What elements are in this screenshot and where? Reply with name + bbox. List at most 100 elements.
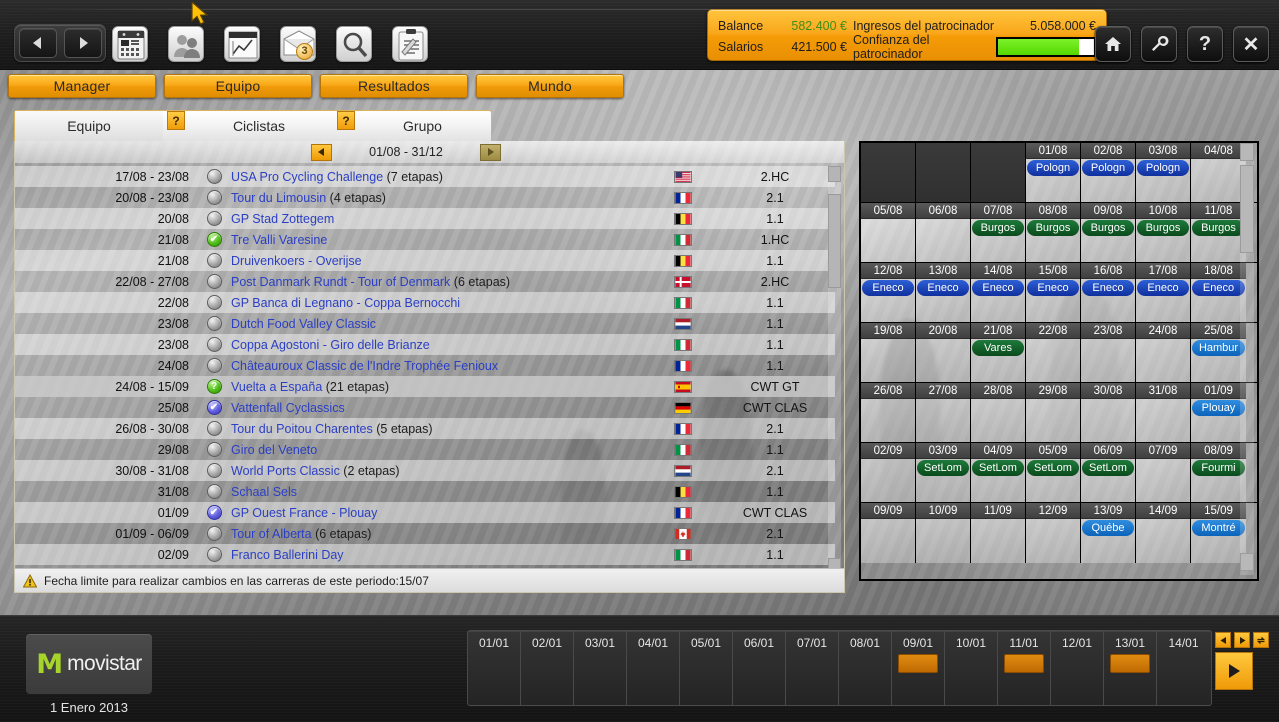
calendar-day[interactable]: 30/08: [1081, 383, 1136, 442]
calendar-event-pill[interactable]: Vares: [972, 340, 1024, 356]
race-row[interactable]: 29/08Giro del Veneto1.1: [15, 439, 835, 460]
calendar-event-pill[interactable]: SetLom: [972, 460, 1024, 476]
race-row[interactable]: 20/08GP Stad Zottegem1.1: [15, 208, 835, 229]
calendar-day[interactable]: 06/08: [916, 203, 971, 262]
race-status-grey-icon[interactable]: [207, 211, 222, 226]
calendar-day[interactable]: 28/08: [971, 383, 1026, 442]
calendar-day[interactable]: 21/08Vares: [971, 323, 1026, 382]
calendar-day[interactable]: 07/08Burgos: [971, 203, 1026, 262]
calendar-day[interactable]: 17/08Eneco: [1136, 263, 1191, 322]
calendar-day[interactable]: 11/08Burgos: [1191, 203, 1246, 262]
calendar-day[interactable]: 05/09SetLom: [1026, 443, 1081, 502]
race-status-grey-icon[interactable]: [207, 463, 222, 478]
calendar-event-pill[interactable]: Burgos: [1137, 220, 1189, 236]
calendar-day[interactable]: 19/08: [861, 323, 916, 382]
race-status-grey-icon[interactable]: [207, 316, 222, 331]
calendar-day[interactable]: 05/08: [861, 203, 916, 262]
calendar-day[interactable]: 10/09: [916, 503, 971, 563]
race-name[interactable]: Post Danmark Rundt - Tour of Denmark (6 …: [231, 275, 651, 289]
tab-equipo-help-button[interactable]: ?: [167, 111, 185, 130]
race-name[interactable]: Schaal Sels: [231, 485, 651, 499]
calendar-event-pill[interactable]: Eneco: [917, 280, 969, 296]
race-row[interactable]: 24/08Châteauroux Classic de l'Indre Trop…: [15, 355, 835, 376]
race-name[interactable]: Châteauroux Classic de l'Indre Trophée F…: [231, 359, 651, 373]
calendar-day[interactable]: 01/08Pologn: [1026, 143, 1081, 202]
race-status-grey-icon[interactable]: [207, 484, 222, 499]
timeline-activity-bar[interactable]: [898, 654, 938, 673]
timeline-cell[interactable]: 12/01: [1051, 631, 1104, 705]
calendar-day[interactable]: 12/08Eneco: [861, 263, 916, 322]
timeline-cell[interactable]: 10/01: [945, 631, 998, 705]
timeline-cell[interactable]: 06/01: [733, 631, 786, 705]
period-prev-button[interactable]: [311, 144, 332, 161]
calendar-day[interactable]: 02/08Pologn: [1081, 143, 1136, 202]
timeline-cell[interactable]: 07/01: [786, 631, 839, 705]
race-status-grey-icon[interactable]: [207, 358, 222, 373]
calendar-day[interactable]: 15/09Montré: [1191, 503, 1246, 563]
calendar-event-pill[interactable]: Plouay: [1192, 400, 1245, 416]
race-row[interactable]: 25/08✔Vattenfall CyclassicsCWT CLAS: [15, 397, 835, 418]
calendar-day[interactable]: 04/09SetLom: [971, 443, 1026, 502]
race-name[interactable]: Tour of Alberta (6 etapas): [231, 527, 651, 541]
tab-grupo[interactable]: Grupo: [355, 111, 490, 141]
timeline-prev-button[interactable]: [1215, 632, 1231, 648]
calendar-event-pill[interactable]: Burgos: [1082, 220, 1134, 236]
calendar-day[interactable]: 10/08Burgos: [1136, 203, 1191, 262]
race-status-grey-icon[interactable]: [207, 442, 222, 457]
race-row[interactable]: 23/08Dutch Food Valley Classic1.1: [15, 313, 835, 334]
race-name[interactable]: World Ports Classic (2 etapas): [231, 464, 651, 478]
search-icon[interactable]: [336, 26, 372, 62]
calendar-day[interactable]: 14/08Eneco: [971, 263, 1026, 322]
timeline-cell[interactable]: 11/01: [998, 631, 1051, 705]
period-next-button[interactable]: [480, 144, 501, 161]
calendar-event-pill[interactable]: SetLom: [1027, 460, 1079, 476]
race-status-grey-icon[interactable]: [207, 253, 222, 268]
calendar-event-pill[interactable]: Eneco: [862, 280, 914, 296]
race-name[interactable]: USA Pro Cycling Challenge (7 etapas): [231, 170, 651, 184]
calendar-event-pill[interactable]: Eneco: [1137, 280, 1189, 296]
timeline-cell[interactable]: 14/01: [1157, 631, 1210, 705]
calendar-day[interactable]: 11/09: [971, 503, 1026, 563]
tab-ciclistas[interactable]: Ciclistas: [185, 111, 333, 141]
calendar-event-pill[interactable]: Québe: [1082, 520, 1134, 536]
race-row[interactable]: 22/08GP Banca di Legnano - Coppa Bernocc…: [15, 292, 835, 313]
race-row[interactable]: 22/08 - 27/08Post Danmark Rundt - Tour o…: [15, 271, 835, 292]
timeline-cell[interactable]: 05/01: [680, 631, 733, 705]
race-row[interactable]: 01/09 - 06/09Tour of Alberta (6 etapas)2…: [15, 523, 835, 544]
race-list-scrollbar[interactable]: [828, 166, 841, 590]
race-name[interactable]: Druivenkoers - Overijse: [231, 254, 651, 268]
race-name[interactable]: Giro del Veneto: [231, 443, 651, 457]
calendar-day[interactable]: 04/08: [1191, 143, 1246, 202]
race-row[interactable]: 01/09✔GP Ouest France - PlouayCWT CLAS: [15, 502, 835, 523]
close-icon[interactable]: ✕: [1233, 26, 1269, 62]
race-row[interactable]: 02/09Franco Ballerini Day1.1: [15, 544, 835, 565]
menu-item-resultados[interactable]: Resultados: [320, 74, 468, 98]
calendar-day[interactable]: 03/08Pologn: [1136, 143, 1191, 202]
calendar-event-pill[interactable]: SetLom: [917, 460, 969, 476]
timeline-activity-bar[interactable]: [1110, 654, 1150, 673]
calendar-day[interactable]: 22/08: [1026, 323, 1081, 382]
calendar-event-pill[interactable]: Montré: [1192, 520, 1245, 536]
menu-item-mundo[interactable]: Mundo: [476, 74, 624, 98]
timeline-cell[interactable]: 09/01: [892, 631, 945, 705]
timeline-play-button[interactable]: [1215, 652, 1253, 690]
timeline-cell[interactable]: 08/01: [839, 631, 892, 705]
calendar-day[interactable]: 14/09: [1136, 503, 1191, 563]
race-status-grey-icon[interactable]: [207, 295, 222, 310]
calendar-event-pill[interactable]: Burgos: [1192, 220, 1245, 236]
timeline-cell[interactable]: 01/01: [468, 631, 521, 705]
timeline-cell[interactable]: 03/01: [574, 631, 627, 705]
calendar-day[interactable]: 16/08Eneco: [1081, 263, 1136, 322]
race-row[interactable]: 20/08 - 23/08Tour du Limousin (4 etapas)…: [15, 187, 835, 208]
race-name[interactable]: Vuelta a España (21 etapas): [231, 380, 651, 394]
forward-button[interactable]: [64, 28, 102, 58]
race-status-grey-icon[interactable]: [207, 526, 222, 541]
calendar-event-pill[interactable]: Fourmi: [1192, 460, 1245, 476]
calendar-event-pill[interactable]: Burgos: [972, 220, 1024, 236]
timeline-activity-bar[interactable]: [1004, 654, 1044, 673]
help-icon[interactable]: ?: [1187, 26, 1223, 62]
calendar-event-pill[interactable]: Pologn: [1082, 160, 1134, 176]
calendar-event-pill[interactable]: Eneco: [972, 280, 1024, 296]
timeline-loop-button[interactable]: [1253, 632, 1269, 648]
chart-icon[interactable]: [224, 26, 260, 62]
